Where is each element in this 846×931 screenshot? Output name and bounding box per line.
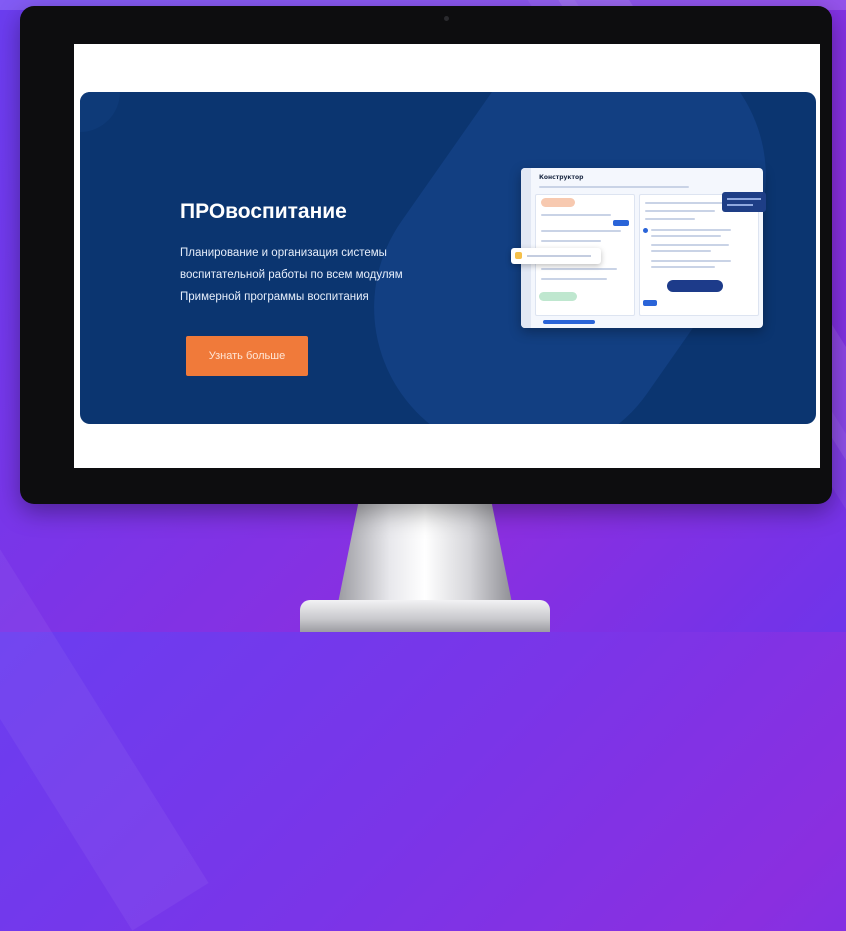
mockup-line (527, 255, 591, 257)
lightbulb-icon (515, 252, 522, 259)
mockup-button (667, 280, 723, 292)
monitor-bezel: ПРОвоспитание Планирование и организация… (20, 6, 832, 504)
mockup-line (645, 218, 695, 220)
mockup-line (539, 186, 689, 188)
mockup-line (651, 229, 731, 231)
mockup-button (613, 220, 629, 226)
mockup-line (651, 244, 729, 246)
mockup-line (727, 204, 753, 206)
banner-decoration (80, 92, 120, 132)
mockup-radio (643, 228, 648, 233)
mockup-card-right (639, 194, 759, 316)
mockup-line (651, 266, 715, 268)
mockup-line (541, 214, 611, 216)
banner-description-line: Планирование и организация системы (180, 247, 387, 259)
mockup-line (727, 198, 761, 200)
mockup-line (651, 235, 721, 237)
mockup-tag (541, 198, 575, 207)
mockup-line (651, 250, 711, 252)
webcam-icon (444, 16, 449, 21)
mockup-line (645, 210, 715, 212)
banner-description-line: воспитательной работы по всем модулям (180, 269, 403, 281)
mockup-title: Конструктор (539, 174, 584, 181)
mockup-line (541, 278, 607, 280)
monitor-stand-neck (337, 504, 513, 608)
learn-more-button[interactable]: Узнать больше (186, 336, 308, 376)
mockup-popup (722, 192, 766, 212)
mockup-line (541, 268, 617, 270)
banner-title: ПРОвоспитание (180, 200, 347, 223)
mockup-line (541, 240, 601, 242)
banner-description-line: Примерной программы воспитания (180, 291, 369, 303)
banner-description: Планирование и организация системы воспи… (180, 242, 480, 308)
mockup-floating-tag (511, 248, 601, 264)
mockup-button (643, 300, 657, 306)
mockup-button (543, 320, 595, 324)
mockup-line (651, 260, 731, 262)
mockup-tag (539, 292, 577, 301)
mockup-line (541, 230, 621, 232)
monitor-stand-base (300, 600, 550, 632)
monitor-screen: ПРОвоспитание Планирование и организация… (74, 44, 820, 468)
